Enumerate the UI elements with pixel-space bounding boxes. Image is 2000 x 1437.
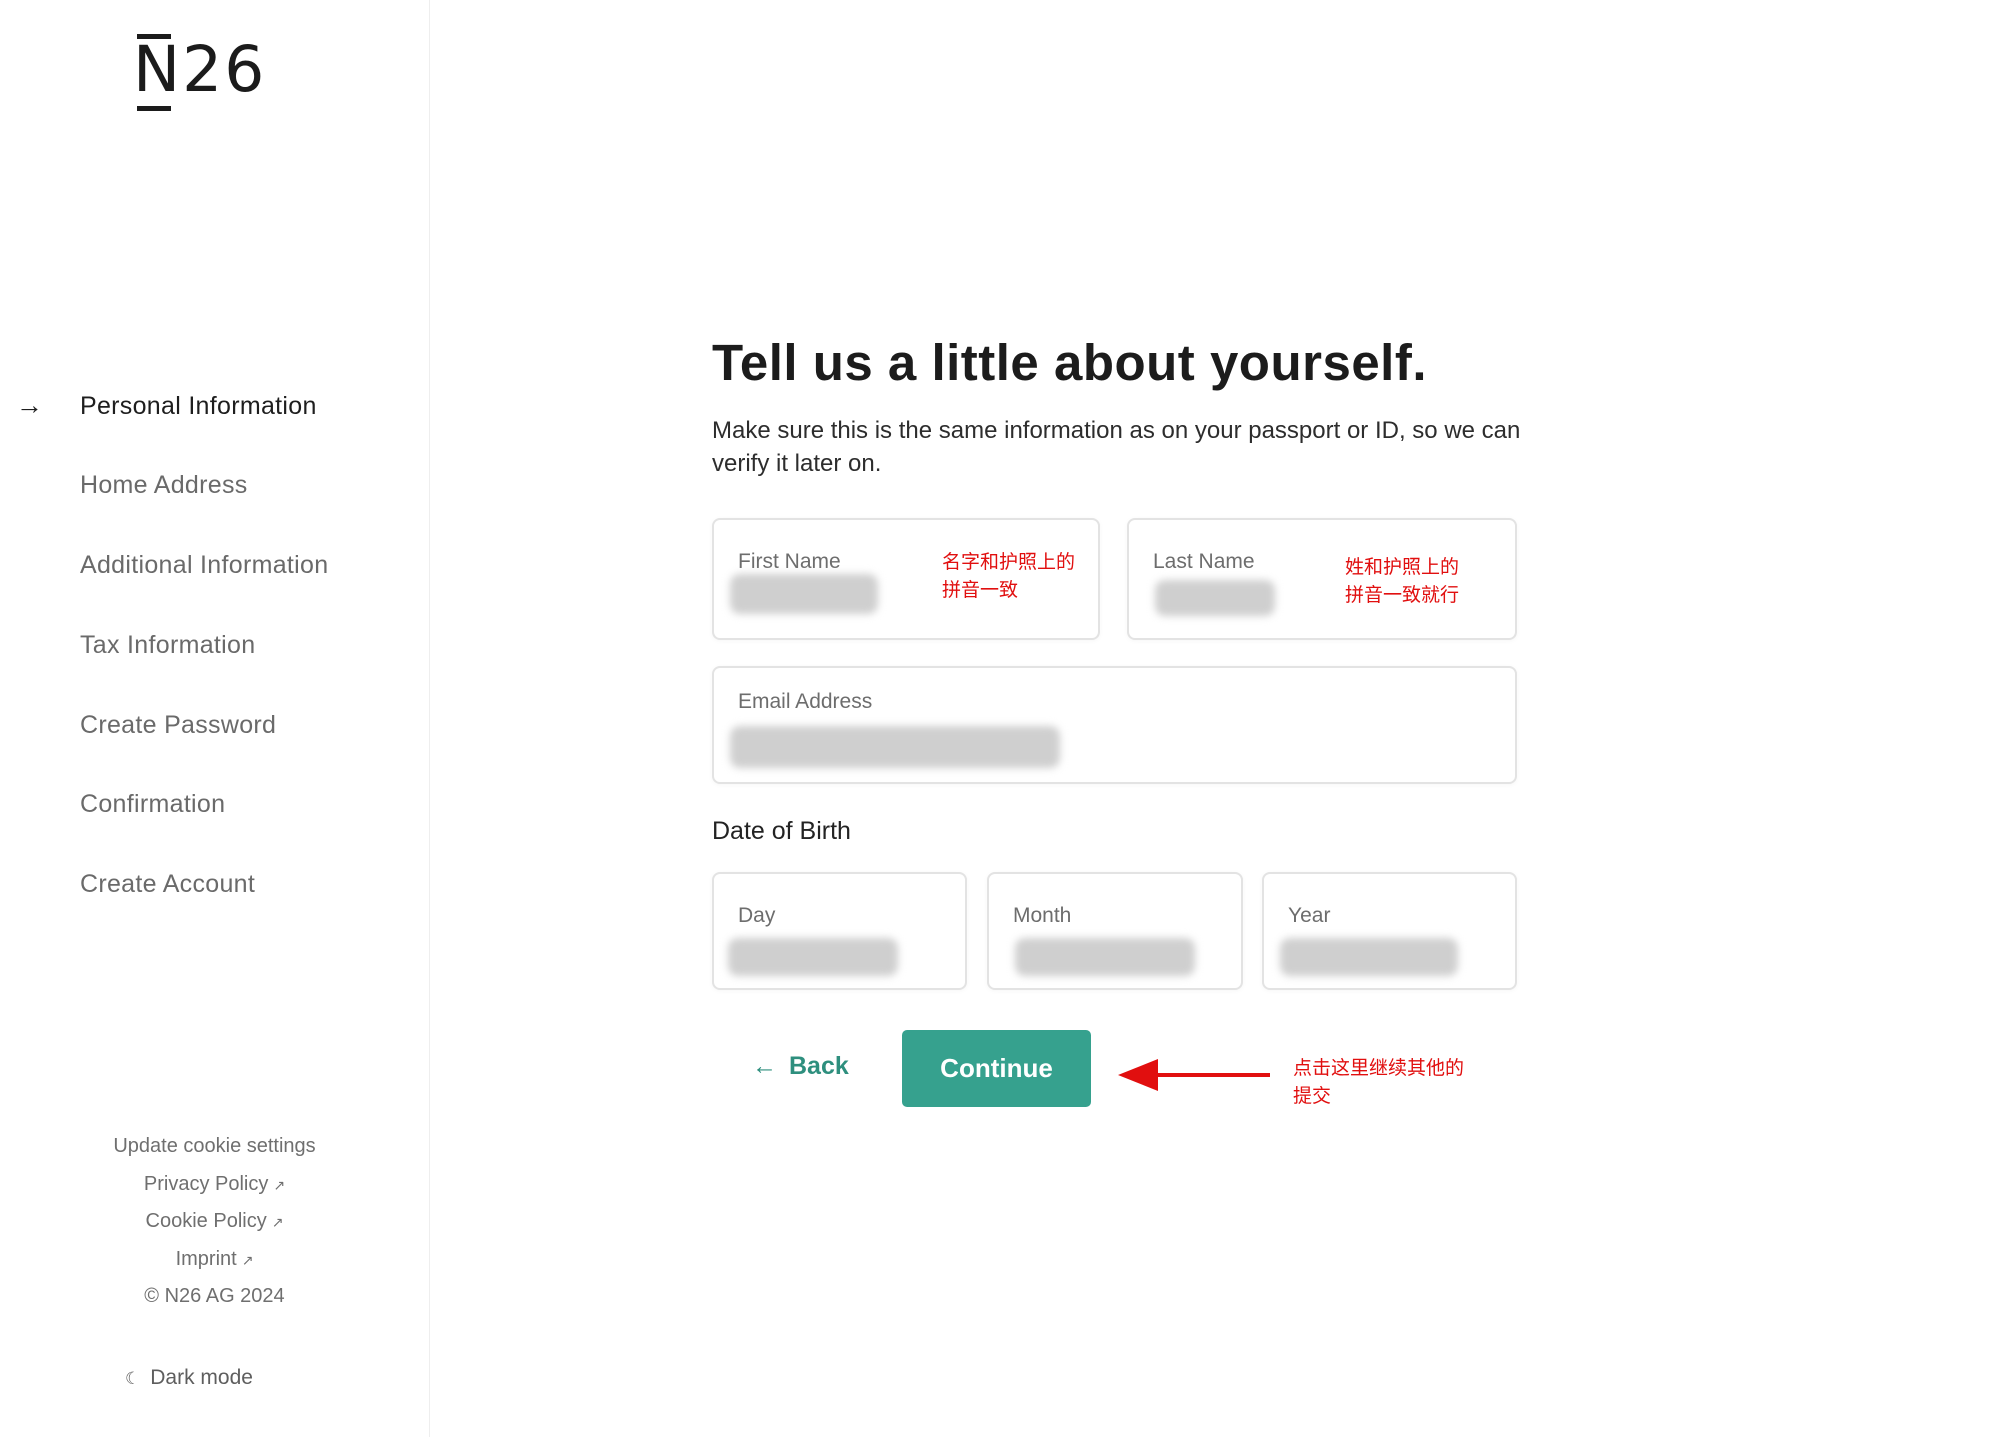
privacy-policy-link[interactable]: Privacy Policy ↗ [0,1173,429,1196]
last-name-annotation-line: 拼音一致就行 [1345,584,1460,606]
date-of-birth-label: Date of Birth [712,817,851,845]
email-label: Email Address [738,690,873,713]
email-value-redacted [730,726,1060,768]
step-confirmation[interactable]: Confirmation [80,790,225,819]
step-additional-information[interactable]: Additional Information [80,551,328,580]
continue-annotation: 点击这里继续其他的 提交 [1293,1054,1464,1110]
step-home-address[interactable]: Home Address [80,471,248,500]
cookie-policy-link[interactable]: Cookie Policy ↗ [0,1210,429,1233]
red-arrow-annotation-icon [1118,1059,1270,1091]
last-name-annotation-line: 姓和护照上的 [1345,556,1460,578]
last-name-annotation: 姓和护照上的 拼音一致就行 [1345,553,1459,609]
update-cookie-settings-link[interactable]: Update cookie settings [0,1135,429,1158]
external-link-icon: ↗ [271,1214,284,1230]
first-name-annotation-line: 名字和护照上的 [942,551,1076,573]
year-value-redacted [1280,938,1458,976]
step-personal-information[interactable]: Personal Information [80,392,317,421]
year-field[interactable]: Year [1262,872,1517,990]
dark-mode-toggle[interactable]: ☾ Dark mode [125,1366,253,1390]
step-create-account[interactable]: Create Account [80,870,255,899]
update-cookie-settings-label: Update cookie settings [113,1135,316,1157]
moon-icon: ☾ [125,1369,141,1388]
step-tax-information[interactable]: Tax Information [80,631,255,660]
first-name-value-redacted [730,574,878,614]
first-name-annotation: 名字和护照上的 拼音一致 [942,548,1075,604]
continue-annotation-line: 点击这里继续其他的 [1293,1057,1465,1079]
step-create-password[interactable]: Create Password [80,711,276,740]
external-link-icon: ↗ [273,1177,286,1193]
last-name-label: Last Name [1153,550,1255,573]
continue-button[interactable]: Continue [902,1030,1091,1107]
cookie-policy-label: Cookie Policy [145,1210,267,1232]
email-field[interactable]: Email Address [712,666,1517,784]
sidebar: N26 → Personal Information Home Address … [0,0,430,1437]
arrow-left-icon: ← [752,1052,777,1080]
imprint-label: Imprint [175,1248,237,1270]
year-label: Year [1288,904,1331,927]
privacy-policy-label: Privacy Policy [143,1173,269,1195]
back-button[interactable]: ← Back [752,1052,849,1081]
month-label: Month [1013,904,1072,927]
month-value-redacted [1015,938,1195,976]
copyright-text: © N26 AG 2024 [144,1285,285,1307]
back-button-label: Back [789,1052,849,1080]
arrow-right-icon: → [16,390,43,420]
continue-annotation-line: 提交 [1293,1085,1332,1107]
external-link-icon: ↗ [241,1252,254,1268]
imprint-link[interactable]: Imprint ↗ [0,1248,429,1271]
dark-mode-label: Dark mode [150,1366,253,1389]
day-value-redacted [728,938,898,976]
n26-logo[interactable]: N26 [133,33,266,111]
month-field[interactable]: Month [987,872,1243,990]
logo-digits: 26 [182,33,267,106]
page-subtitle: Make sure this is the same information a… [712,417,1521,477]
last-name-value-redacted [1155,580,1275,616]
page-title: Tell us a little about yourself. [712,334,1428,391]
first-name-label: First Name [738,550,841,573]
first-name-annotation-line: 拼音一致 [942,579,1019,601]
logo-letter: N [133,33,183,111]
day-label: Day [738,904,776,927]
day-field[interactable]: Day [712,872,967,990]
